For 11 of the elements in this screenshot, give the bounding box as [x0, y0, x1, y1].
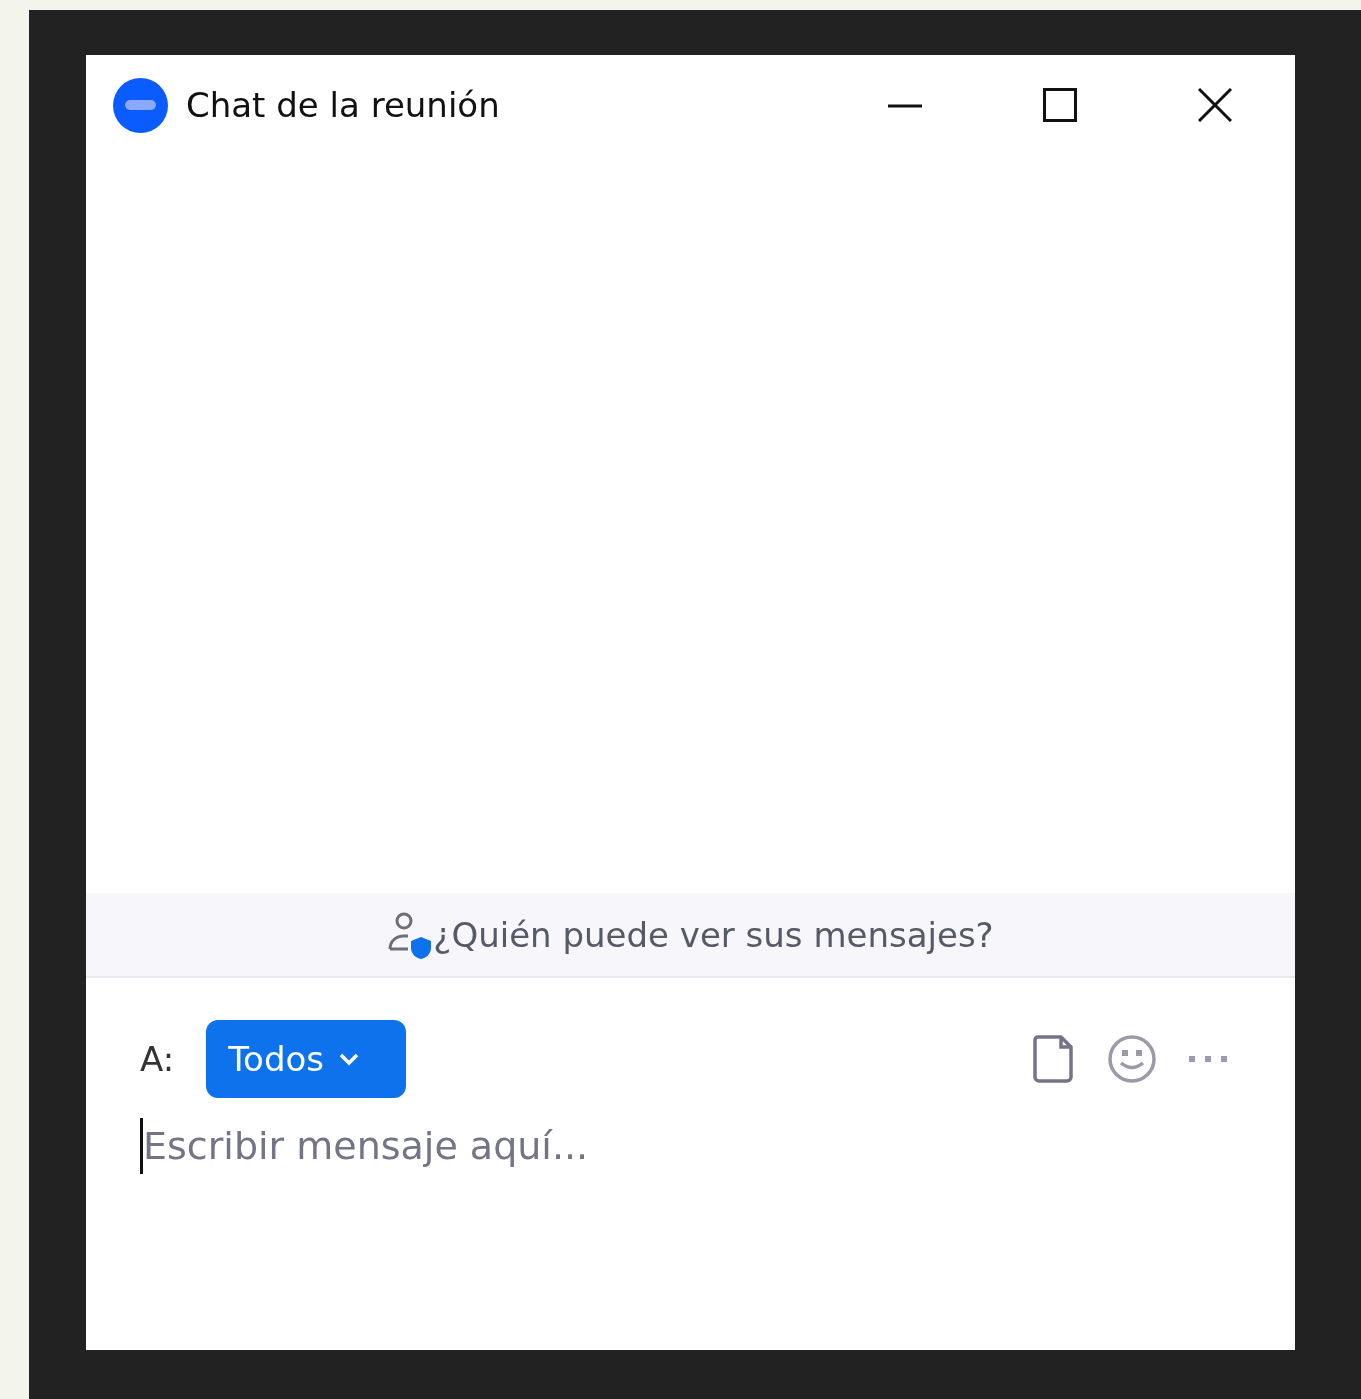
window-title: Chat de la reunión — [186, 85, 500, 125]
user-shield-icon — [387, 910, 434, 959]
emoji-icon[interactable] — [1107, 1034, 1157, 1084]
chevron-down-icon — [338, 1052, 360, 1066]
to-label: A: — [140, 1039, 175, 1079]
close-icon[interactable] — [1198, 88, 1232, 122]
more-icon[interactable] — [1189, 1055, 1227, 1063]
maximize-icon[interactable] — [1043, 88, 1077, 122]
logo-icon — [113, 77, 168, 133]
file-icon[interactable] — [1031, 1035, 1075, 1083]
recipient-dropdown[interactable]: Todos — [206, 1020, 407, 1098]
